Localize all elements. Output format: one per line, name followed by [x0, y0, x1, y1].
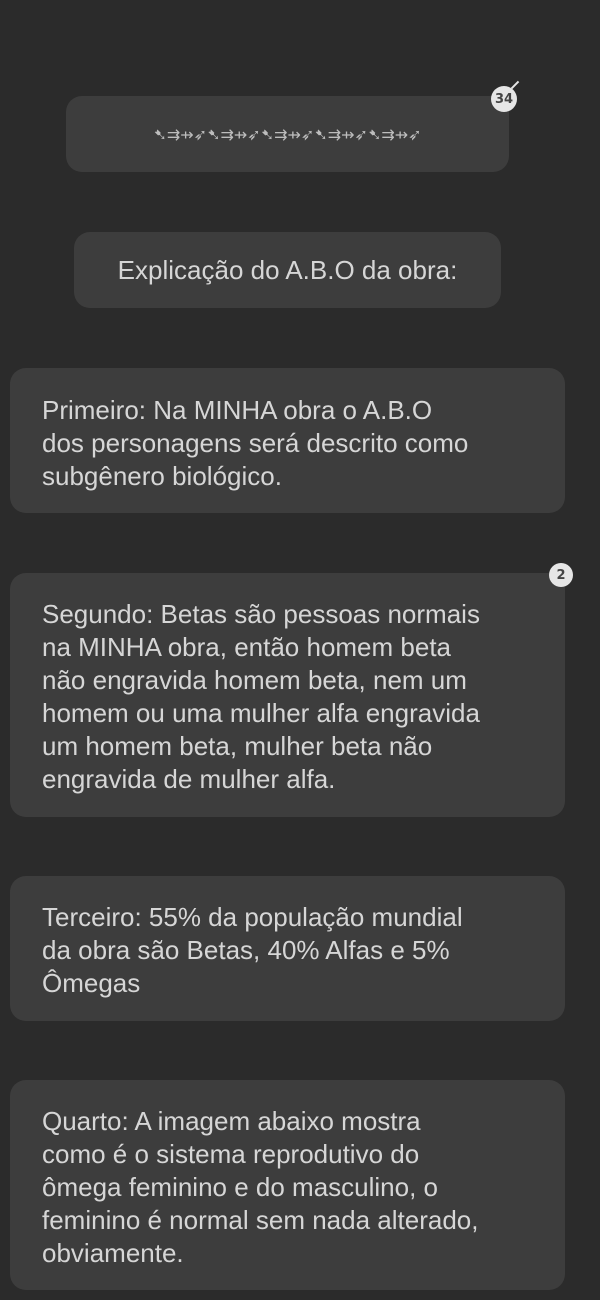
decoration-text: ➷⇉⇸➶➷⇉⇸➶➷⇉⇸➶➷⇉⇸➶➷⇉⇸➶	[153, 124, 422, 144]
comment-count-badge[interactable]: 34	[491, 86, 517, 112]
paragraph-card-4[interactable]: Quarto: A imagem abaixo mostra como é o …	[10, 1080, 565, 1290]
section-title: Explicação do A.B.O da obra:	[117, 254, 458, 285]
paragraph-card-2[interactable]: Segundo: Betas são pessoas normais na MI…	[10, 573, 565, 817]
comment-count-badge[interactable]: 2	[549, 563, 573, 587]
paragraph-text: Quarto: A imagem abaixo mostra como é o …	[42, 1106, 479, 1268]
title-card[interactable]: Explicação do A.B.O da obra:	[74, 232, 501, 308]
paragraph-text: Primeiro: Na MINHA obra o A.B.O dos pers…	[42, 395, 469, 491]
paragraph-text: Terceiro: 55% da população mundial da ob…	[42, 902, 463, 998]
pencil-icon	[510, 80, 520, 90]
decoration-card[interactable]: ➷⇉⇸➶➷⇉⇸➶➷⇉⇸➶➷⇉⇸➶➷⇉⇸➶	[66, 96, 509, 172]
paragraph-card-3[interactable]: Terceiro: 55% da população mundial da ob…	[10, 876, 565, 1021]
paragraph-text: Segundo: Betas são pessoas normais na MI…	[42, 599, 480, 794]
paragraph-card-1[interactable]: Primeiro: Na MINHA obra o A.B.O dos pers…	[10, 368, 565, 513]
